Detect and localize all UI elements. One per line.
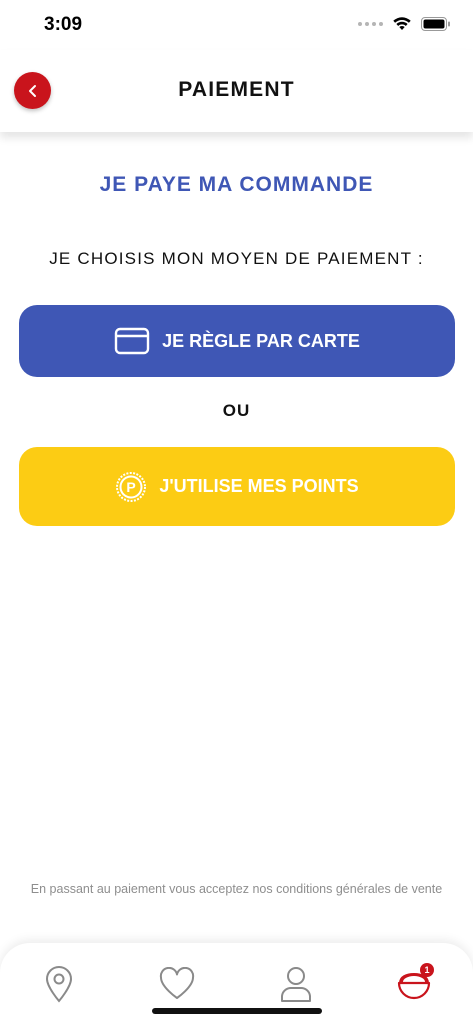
use-points-button[interactable]: P J'UTILISE MES POINTS <box>19 447 455 526</box>
status-icons <box>358 16 451 31</box>
svg-text:P: P <box>127 479 136 495</box>
choose-payment-label: JE CHOISIS MON MOYEN DE PAIEMENT : <box>49 249 424 268</box>
nav-account-button[interactable] <box>273 961 319 1007</box>
signal-icon <box>358 21 383 26</box>
nav-map-button[interactable] <box>36 961 82 1007</box>
wifi-icon <box>393 17 411 30</box>
status-bar: 3:09 <box>0 0 473 50</box>
user-icon <box>281 967 311 1002</box>
page-title: PAIEMENT <box>178 78 295 101</box>
header: PAIEMENT <box>0 50 473 132</box>
section-heading: JE PAYE MA COMMANDE <box>99 173 374 196</box>
pay-by-card-button[interactable]: JE RÈGLE PAR CARTE <box>19 305 455 377</box>
use-points-label: J'UTILISE MES POINTS <box>159 476 359 496</box>
terms-notice: En passant au paiement vous acceptez nos… <box>30 882 443 896</box>
battery-icon <box>421 16 450 31</box>
pay-by-card-label: JE RÈGLE PAR CARTE <box>162 330 360 351</box>
status-time: 3:09 <box>44 14 83 35</box>
credit-card-icon <box>114 327 150 355</box>
map-pin-icon <box>45 966 73 1003</box>
or-separator: OU <box>222 401 251 420</box>
nav-favorites-button[interactable] <box>154 961 200 1007</box>
cart-count-badge: 1 <box>420 963 434 977</box>
points-coin-icon: P <box>116 471 147 502</box>
heart-icon <box>159 967 195 999</box>
nav-cart-button[interactable]: 1 <box>391 961 437 1007</box>
home-indicator <box>152 1008 322 1014</box>
